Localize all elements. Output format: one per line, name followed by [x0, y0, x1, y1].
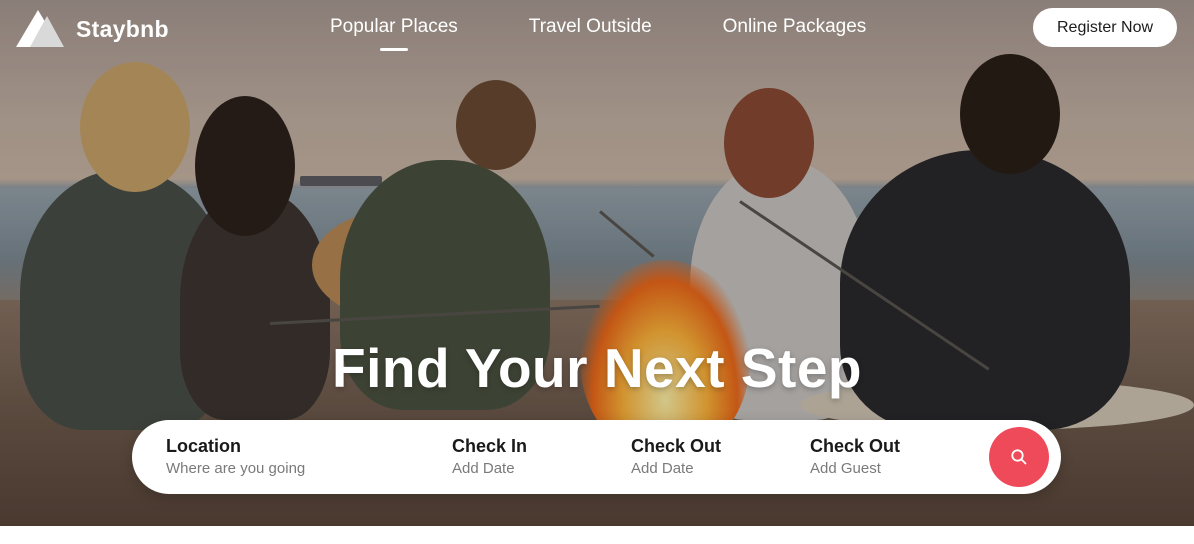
- location-field[interactable]: Location Where are you going: [166, 436, 305, 477]
- check-out-field[interactable]: Check Out Add Date: [631, 436, 721, 477]
- check-in-value: Add Date: [452, 460, 515, 477]
- check-in-field[interactable]: Check In Add Date: [452, 436, 527, 477]
- location-placeholder: Where are you going: [166, 460, 306, 477]
- guest-field[interactable]: Check Out Add Guest: [810, 436, 900, 477]
- hero-headline: Find Your Next Step: [331, 337, 862, 399]
- nav-item-popular-places[interactable]: Popular Places: [330, 16, 458, 51]
- search-button[interactable]: [989, 427, 1049, 487]
- guest-value: Add Guest: [810, 460, 881, 477]
- guest-label: Check Out: [810, 436, 901, 456]
- brand-name: Staybnb: [76, 15, 169, 42]
- nav-item-online-packages[interactable]: Online Packages: [723, 16, 867, 38]
- register-now-button[interactable]: Register Now: [1033, 8, 1177, 47]
- location-label: Location: [166, 436, 241, 456]
- search-icon: [1011, 449, 1027, 465]
- staybnb-triangle-logo-icon: [16, 10, 64, 48]
- check-in-label: Check In: [452, 436, 528, 456]
- brand-logo[interactable]: Staybnb: [16, 10, 169, 48]
- main-nav: Popular Places Travel Outside Online Pac…: [330, 16, 937, 51]
- check-out-value: Add Date: [631, 460, 694, 477]
- nav-item-travel-outside[interactable]: Travel Outside: [529, 16, 652, 38]
- check-out-label: Check Out: [631, 436, 722, 456]
- search-bar: Location Where are you going Check In Ad…: [132, 420, 1061, 494]
